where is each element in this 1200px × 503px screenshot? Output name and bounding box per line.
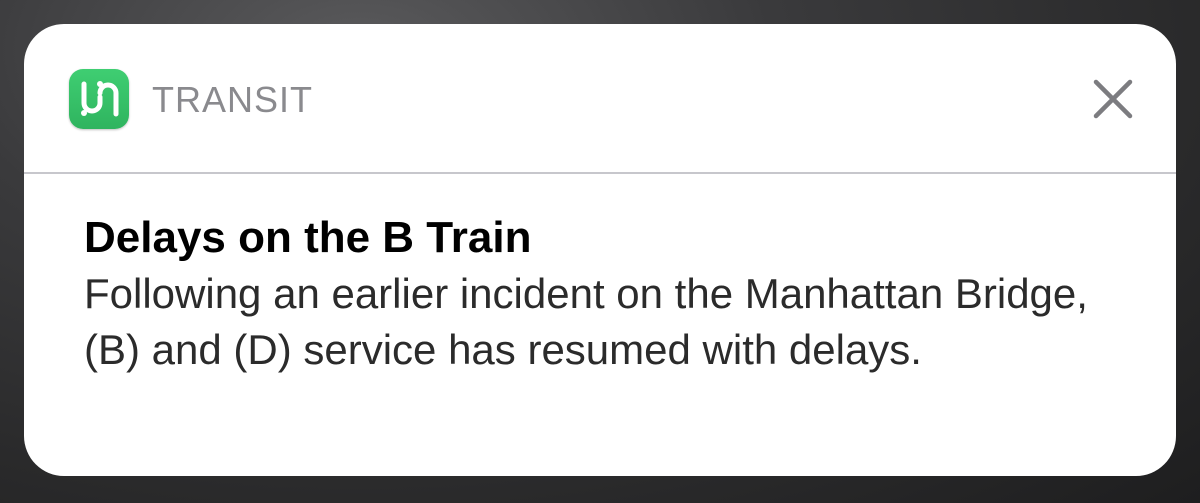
notification-title: Delays on the B Train xyxy=(84,213,532,262)
transit-app-icon xyxy=(69,69,129,129)
notification-card[interactable]: TRANSIT Delays on the B Train Following … xyxy=(24,24,1176,476)
close-icon[interactable] xyxy=(1090,76,1136,122)
app-name: TRANSIT xyxy=(152,79,314,120)
notification-body: Delays on the B Train Following an earli… xyxy=(84,210,1136,378)
notification-message: Following an earlier incident on the Man… xyxy=(84,270,1088,373)
notification-header: TRANSIT xyxy=(24,24,1176,174)
close-button[interactable] xyxy=(1090,76,1136,122)
